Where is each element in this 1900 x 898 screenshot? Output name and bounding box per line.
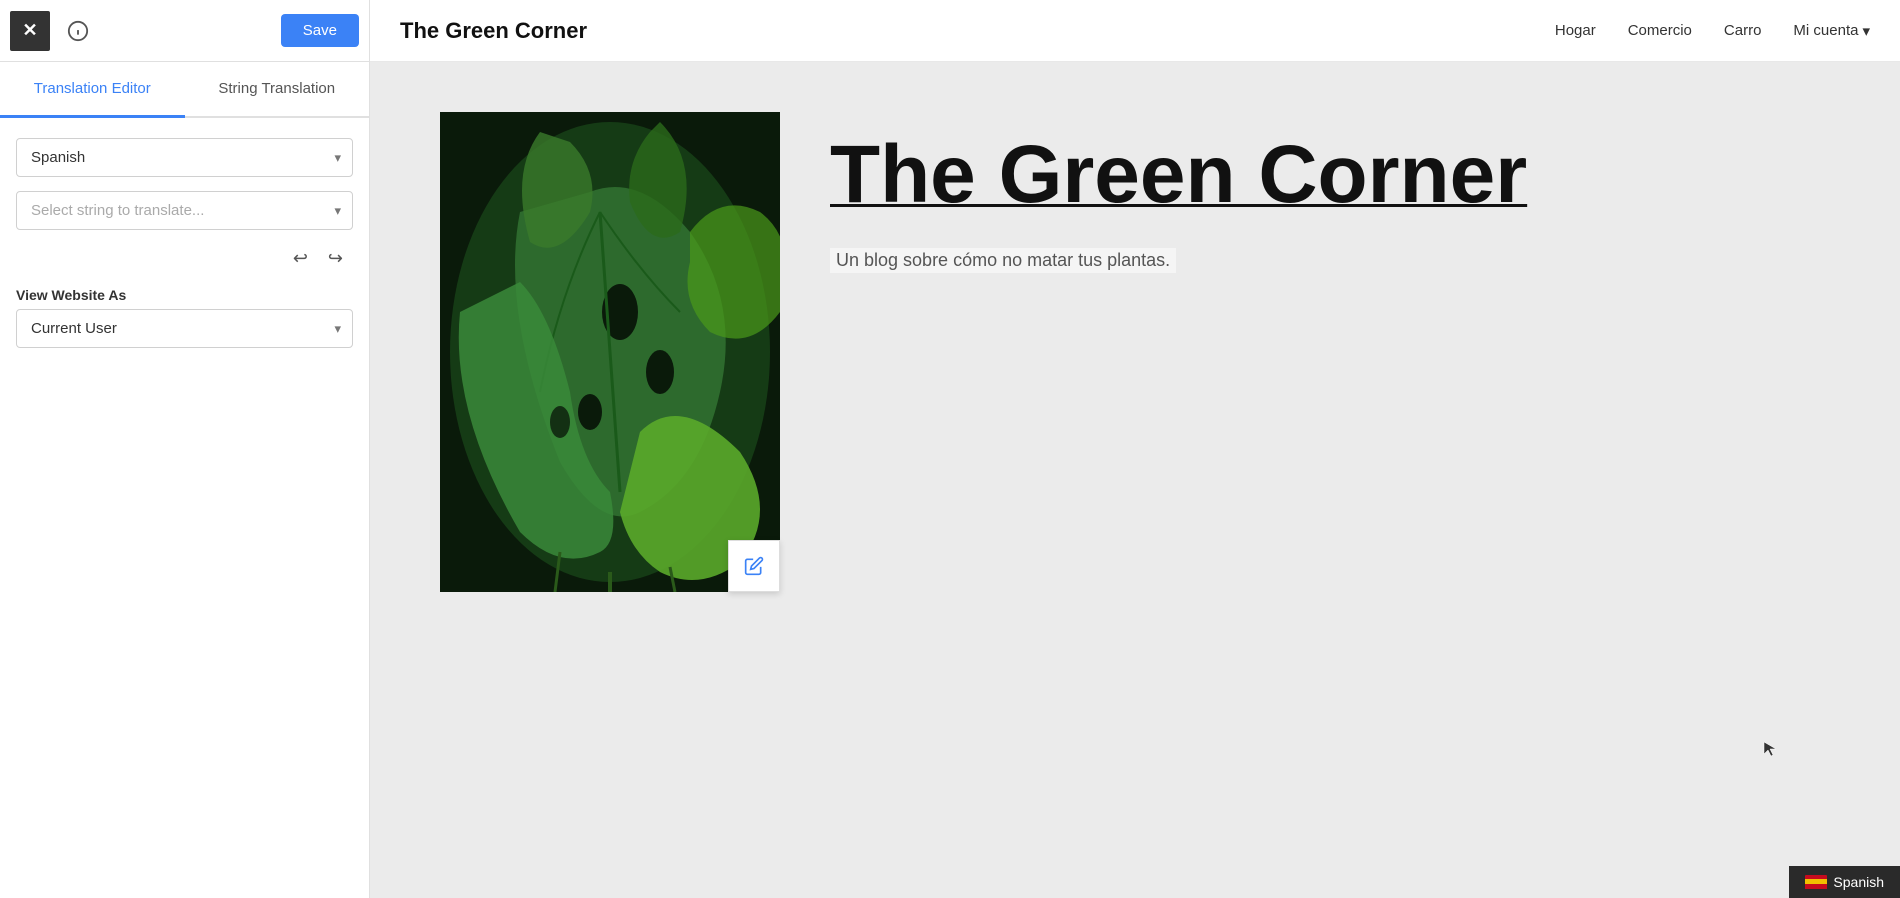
undo-button[interactable]: ↩ xyxy=(287,244,314,273)
undo-redo-controls: ↩ ↪ xyxy=(16,244,353,273)
spanish-flag-icon xyxy=(1805,875,1827,890)
hero-title: The Green Corner xyxy=(830,132,1840,218)
nav-mi-cuenta[interactable]: Mi cuenta ▾ xyxy=(1793,22,1870,40)
view-as-select[interactable]: Current User Guest Administrator xyxy=(16,309,353,348)
website-header: The Green Corner Hogar Comercio Carro Mi… xyxy=(370,0,1900,62)
tabs: Translation Editor String Translation xyxy=(0,62,369,118)
nav-links: Hogar Comercio Carro Mi cuenta ▾ xyxy=(1555,22,1870,40)
pencil-icon xyxy=(744,556,764,576)
view-website-as-label: View Website As xyxy=(16,287,353,303)
plant-image-container xyxy=(440,112,780,592)
site-title: The Green Corner xyxy=(400,18,1555,44)
tab-translation-editor[interactable]: Translation Editor xyxy=(0,62,185,118)
string-selector[interactable]: Select string to translate... ▾ xyxy=(16,191,353,230)
language-selector[interactable]: Spanish French German Italian ▾ xyxy=(16,138,353,177)
nav-comercio[interactable]: Comercio xyxy=(1628,22,1692,39)
spanish-language-badge[interactable]: Spanish xyxy=(1789,866,1900,898)
preview-area: The Green Corner Un blog sobre cómo no m… xyxy=(370,62,1900,898)
close-button[interactable]: ✕ xyxy=(10,11,50,51)
language-select[interactable]: Spanish French German Italian xyxy=(16,138,353,177)
hero-subtitle: Un blog sobre cómo no matar tus plantas. xyxy=(830,248,1176,273)
plant-image xyxy=(440,112,780,592)
edit-pencil-button[interactable] xyxy=(728,540,780,592)
left-panel: ✕ Save Translation Editor String Transla… xyxy=(0,0,370,898)
spanish-badge-label: Spanish xyxy=(1833,874,1884,890)
preview-card: The Green Corner Un blog sobre cómo no m… xyxy=(370,62,1900,898)
string-select[interactable]: Select string to translate... xyxy=(16,191,353,230)
panel-content: Spanish French German Italian ▾ Select s… xyxy=(0,118,369,368)
top-bar: ✕ Save xyxy=(0,0,369,62)
nav-carro[interactable]: Carro xyxy=(1724,22,1762,39)
nav-hogar[interactable]: Hogar xyxy=(1555,22,1596,39)
redo-button[interactable]: ↪ xyxy=(322,244,349,273)
tab-string-translation[interactable]: String Translation xyxy=(185,62,370,118)
hero-text: The Green Corner Un blog sobre cómo no m… xyxy=(780,102,1870,273)
right-content: The Green Corner Hogar Comercio Carro Mi… xyxy=(370,0,1900,898)
view-as-selector[interactable]: Current User Guest Administrator ▾ xyxy=(16,309,353,348)
info-button[interactable] xyxy=(60,13,96,49)
save-button[interactable]: Save xyxy=(281,14,359,47)
view-website-as-section: View Website As Current User Guest Admin… xyxy=(16,287,353,348)
